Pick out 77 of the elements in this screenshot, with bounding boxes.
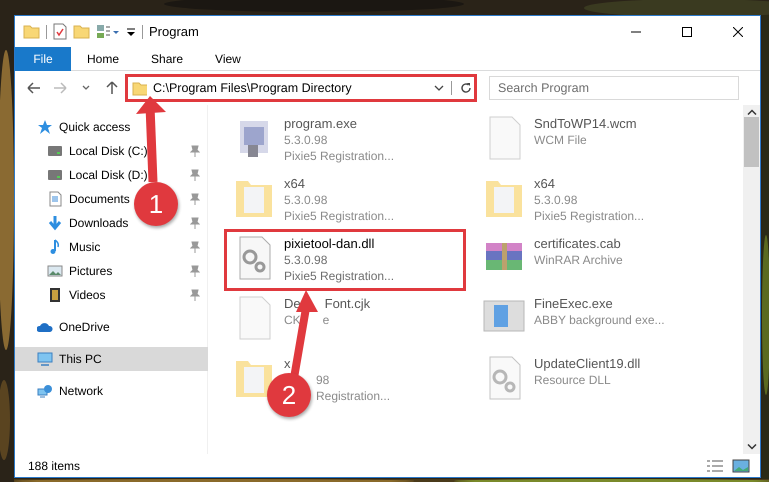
monitor-icon (37, 351, 53, 367)
layout-icon[interactable] (96, 23, 120, 40)
file-item[interactable]: FineExec.exe ABBY background exe... (476, 291, 714, 349)
file-detail: Pixie5 Registration... (534, 208, 644, 224)
file-name: Font.cjk (324, 295, 370, 312)
file-name: program.exe (284, 115, 357, 132)
scroll-thumb[interactable] (744, 117, 759, 167)
nav-item[interactable]: OneDrive (15, 315, 208, 339)
file-detail: WinRAR Archive (534, 252, 623, 268)
item-count: 188 items (28, 458, 82, 474)
address-bar[interactable]: C:\Program Files\Program Directory (127, 76, 475, 100)
file-name: x (284, 355, 290, 372)
up-icon (104, 80, 120, 96)
file-name: x64 (284, 175, 305, 192)
file-item[interactable]: x64 5.3.0.98 Pixie5 Registration... (226, 171, 464, 229)
file-detail: 5.3.0.98 (284, 252, 328, 268)
details-view-icon[interactable] (706, 460, 724, 472)
file-detail: Pixie5 Registration... (284, 268, 394, 284)
close-icon (732, 26, 742, 36)
search-field[interactable]: Search Program (489, 76, 739, 100)
window-title: Program (149, 22, 199, 41)
scroll-down-icon[interactable] (746, 444, 756, 450)
large-icons-view-icon[interactable] (732, 458, 750, 472)
scrollbar[interactable] (743, 105, 760, 454)
file-detail: Pixie5 Registration... (284, 208, 394, 224)
file-item[interactable]: certificates.cab WinRAR Archive (476, 231, 714, 289)
network-icon (37, 383, 53, 399)
file-detail: CK (284, 312, 301, 328)
film-icon (47, 287, 63, 303)
back-icon (26, 80, 42, 96)
star-icon (37, 119, 53, 135)
file-name: x64 (534, 175, 555, 192)
file-detail: Registration... (316, 388, 390, 404)
file-menu-tab[interactable]: File (15, 47, 71, 71)
folder-icon (132, 80, 147, 96)
file-item[interactable]: De Font.cjk CK e (226, 291, 464, 349)
file-item[interactable]: pixietool-dan.dll 5.3.0.98 Pixie5 Registration... (226, 231, 464, 289)
file-item[interactable]: UpdateClient19.dll Resource DLL (476, 351, 714, 409)
file-name: certificates.cab (534, 235, 621, 252)
nav-item[interactable]: Music (15, 235, 208, 259)
ribbon-tab[interactable]: Share (135, 47, 200, 71)
download-icon (47, 215, 63, 231)
nav-item[interactable]: Pictures (15, 259, 208, 283)
file-detail: 5.3.0.98 (284, 192, 328, 208)
file-detail: Pixie5 Registration... (284, 148, 394, 164)
file-item[interactable]: x64 5.3.0.98 Pixie5 Registration... (476, 171, 714, 229)
nav-item[interactable]: This PC (15, 347, 208, 371)
maximize-icon (682, 26, 692, 36)
file-detail: Resource DLL (534, 372, 611, 388)
properties-icon[interactable] (53, 23, 67, 40)
nav-item[interactable]: Local Disk (C:) (15, 139, 208, 163)
file-name: UpdateClient19.dll (534, 355, 640, 372)
file-detail: e (322, 312, 330, 328)
file-detail: 98 (316, 372, 330, 388)
file-name: SndToWP14.wcm (534, 115, 637, 132)
scroll-up-icon[interactable] (746, 109, 756, 115)
file-detail: ABBY background exe... (534, 312, 665, 328)
nav-item[interactable]: Network (15, 379, 208, 403)
drive-icon (47, 143, 63, 159)
picture-icon (47, 263, 63, 279)
file-detail: 5.3.0.98 (534, 192, 578, 208)
file-detail: WCM File (534, 132, 587, 148)
ribbon-tab[interactable]: View (199, 47, 257, 71)
file-name: pixietool-dan.dll (284, 235, 374, 252)
drive-icon (47, 167, 63, 183)
file-name: De (284, 295, 301, 312)
nav-item[interactable]: Videos (15, 283, 208, 307)
document-icon (47, 191, 63, 207)
ribbon-tab[interactable]: Home (71, 47, 136, 71)
folder-icon (23, 23, 40, 40)
file-item[interactable]: SndToWP14.wcm WCM File (476, 111, 714, 169)
file-item[interactable]: program.exe 5.3.0.98 Pixie5 Registration... (226, 111, 464, 169)
file-name: FineExec.exe (534, 295, 613, 312)
forward-icon (52, 80, 68, 96)
address-path: C:\Program Files\Program Directory (153, 80, 353, 97)
file-detail: 5.3.0.98 (284, 132, 328, 148)
nav-item[interactable]: Quick access (15, 115, 208, 139)
